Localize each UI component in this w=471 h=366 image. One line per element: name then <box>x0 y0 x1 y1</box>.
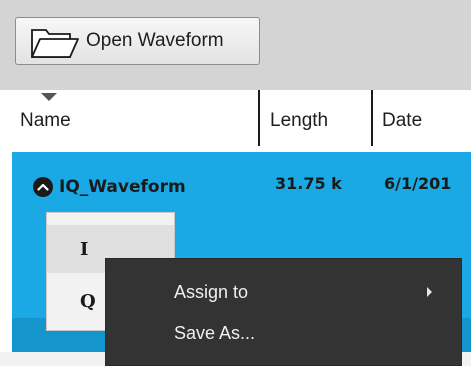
menu-item-assign-to[interactable]: Assign to <box>106 273 461 313</box>
menu-item-label: Assign to <box>174 282 249 302</box>
waveform-name: IQ_Waveform <box>59 177 186 197</box>
channel-label: I <box>80 239 89 260</box>
context-menu: Assign to Save As... <box>105 258 462 366</box>
waveform-length: 31.75 k <box>275 174 342 193</box>
open-waveform-button[interactable]: Open Waveform <box>15 17 260 65</box>
table-header: Name Length Date <box>0 90 471 146</box>
submenu-arrow-icon <box>427 287 432 297</box>
column-header-length[interactable]: Length <box>270 110 328 132</box>
folder-open-icon <box>31 29 79 58</box>
toolbar: Open Waveform <box>0 0 471 90</box>
column-divider[interactable] <box>258 90 260 146</box>
menu-item-label: Save As... <box>174 323 256 343</box>
collapse-up-icon[interactable] <box>33 177 53 197</box>
column-header-name[interactable]: Name <box>20 110 71 132</box>
open-waveform-label: Open Waveform <box>86 30 224 51</box>
column-header-date[interactable]: Date <box>382 110 422 132</box>
sort-descending-icon[interactable] <box>41 93 57 101</box>
channel-label: Q <box>80 291 96 312</box>
column-divider[interactable] <box>371 90 373 146</box>
waveform-date: 6/1/201 <box>384 174 452 193</box>
waveform-name-cell[interactable]: IQ_Waveform <box>33 172 186 202</box>
menu-item-save-as[interactable]: Save As... <box>106 314 461 354</box>
